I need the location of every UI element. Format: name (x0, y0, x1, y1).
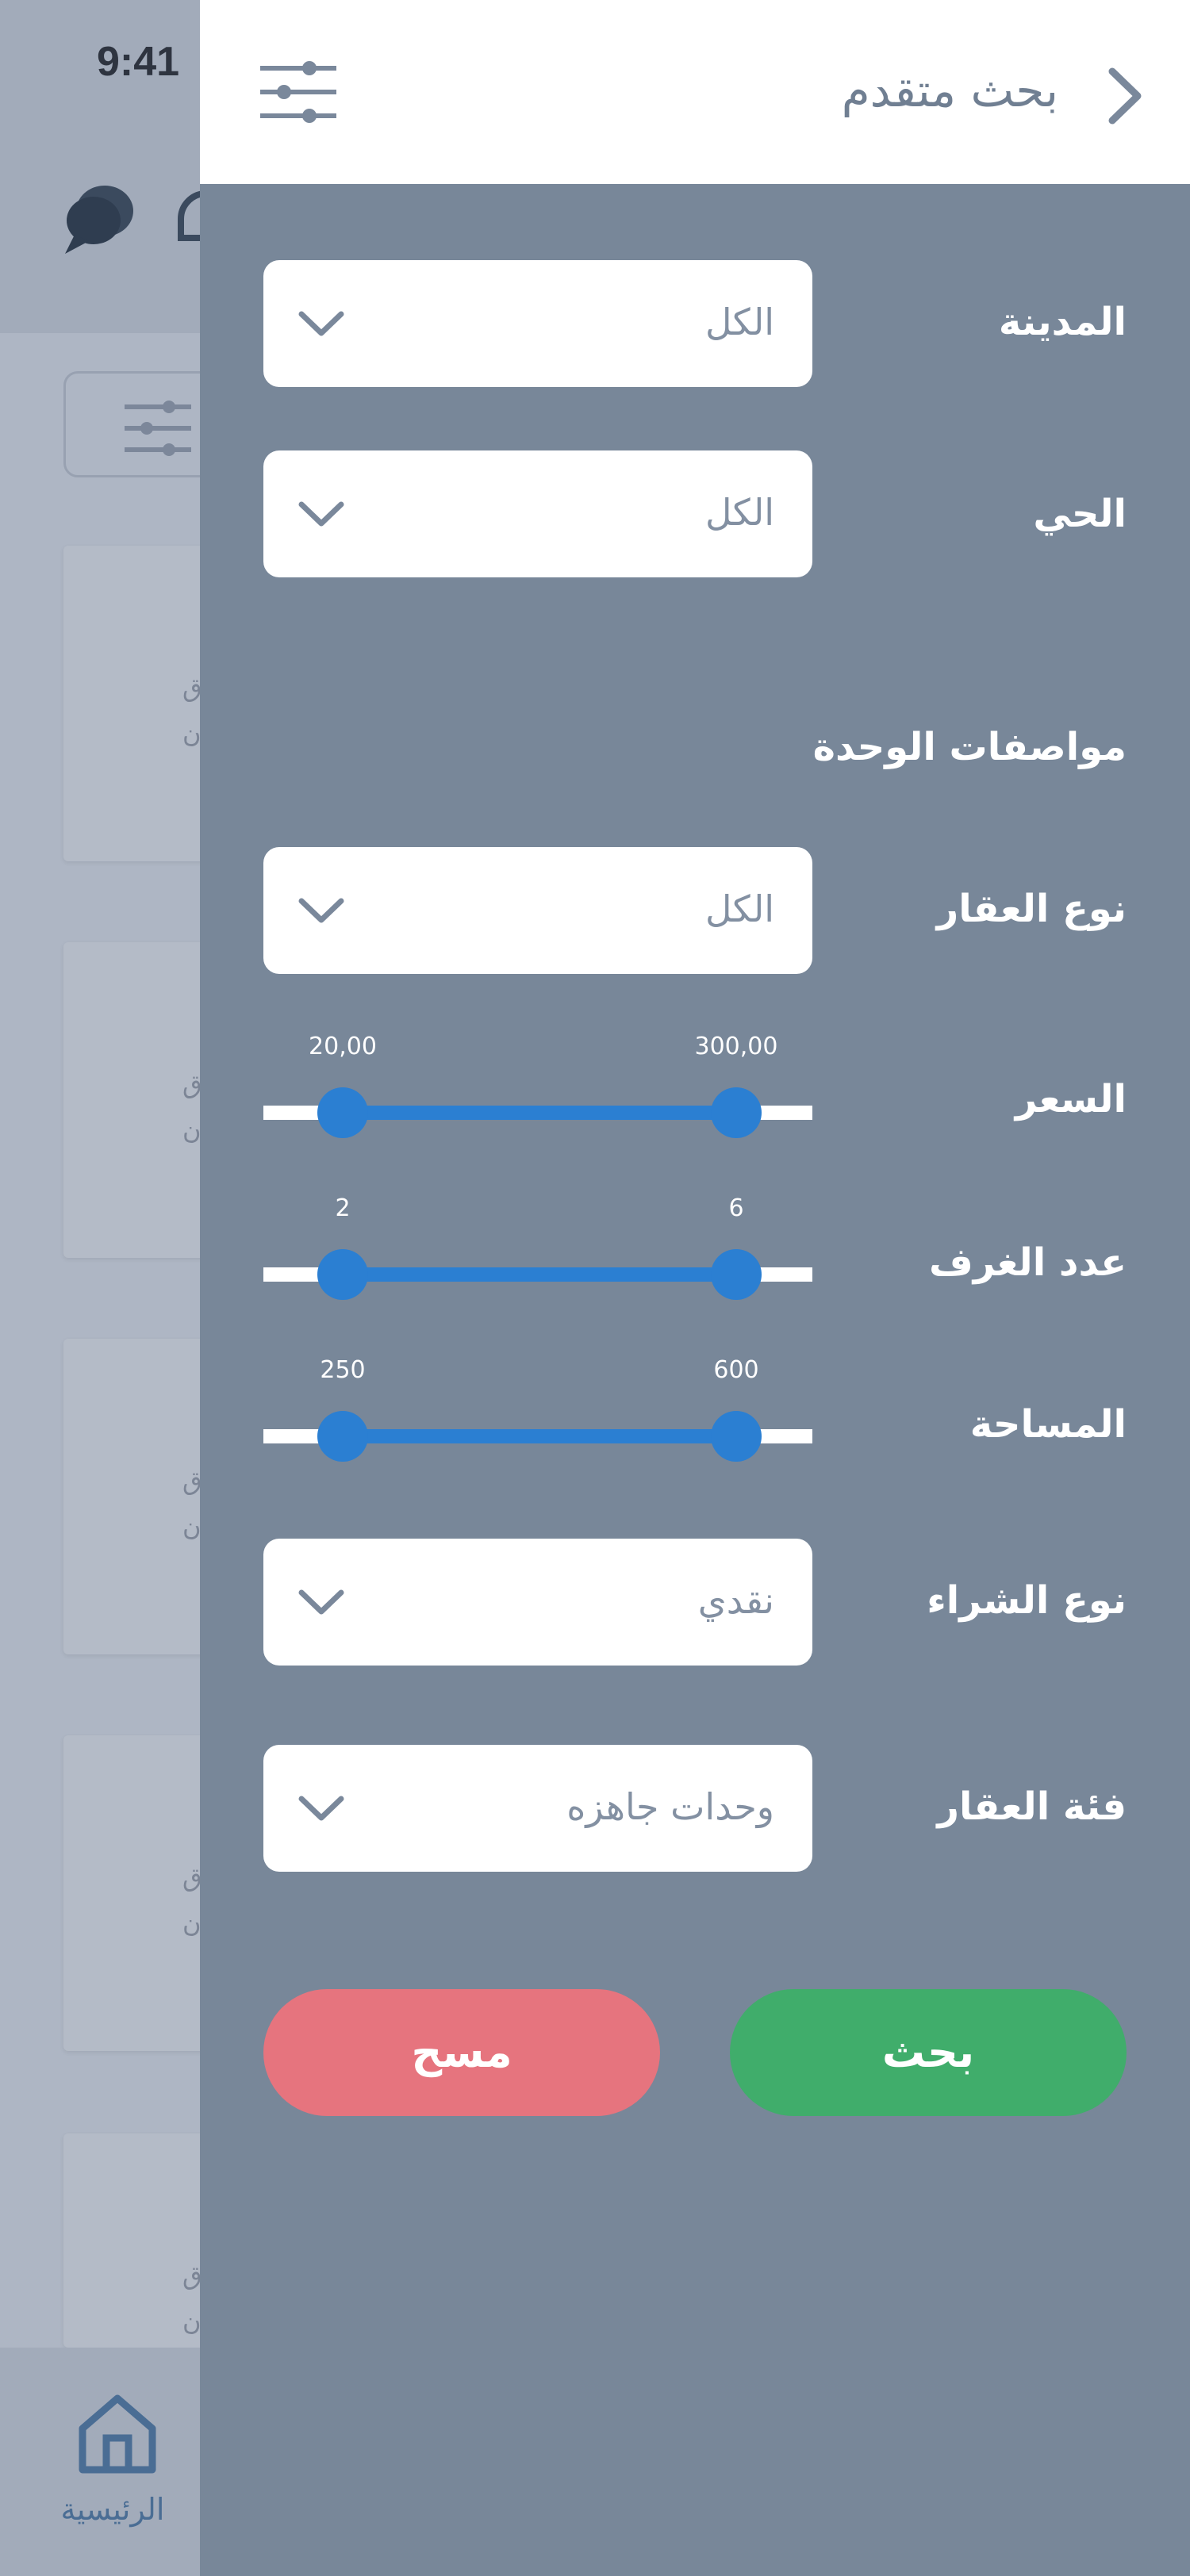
district-value: الكل (704, 491, 774, 534)
chevron-down-icon (298, 1589, 344, 1615)
status-time: 9:41 (97, 39, 180, 85)
chevron-down-icon (298, 898, 344, 923)
area-max-handle[interactable] (711, 1411, 762, 1462)
property-category-value: وحدات جاهزه (566, 1785, 774, 1828)
rooms-min-value: 2 (335, 1194, 351, 1222)
chevron-down-icon (298, 501, 344, 527)
home-icon[interactable] (76, 2392, 159, 2474)
bottom-nav: الرئيسية (0, 2348, 200, 2576)
area-max-value: 600 (713, 1356, 759, 1384)
card-text: ن (182, 719, 202, 749)
area-min-handle[interactable] (317, 1411, 368, 1462)
price-max-value: 300,00 (694, 1033, 778, 1060)
chat-icon (65, 186, 133, 254)
drawer-title: بحث متقدم (841, 63, 1058, 117)
price-max-handle[interactable] (711, 1087, 762, 1138)
city-select[interactable]: الكل (263, 260, 812, 387)
rooms-label: عدد الغرف (928, 1240, 1127, 1285)
area-range-slider[interactable]: 250 600 (263, 1347, 812, 1474)
slider-range-fill (343, 1429, 736, 1443)
city-label: المدينة (998, 300, 1127, 344)
slider-range-fill (343, 1106, 736, 1120)
price-min-value: 20,00 (309, 1033, 377, 1060)
unit-specs-heading: مواصفات الوحدة (812, 725, 1127, 769)
card-text: ن (182, 2306, 202, 2336)
chevron-down-icon (298, 1796, 344, 1821)
filter-settings-icon[interactable] (260, 60, 336, 124)
drawer-header: بحث متقدم (200, 0, 1190, 184)
clear-button[interactable]: مسح (263, 1989, 660, 2116)
purchase-type-label: نوع الشراء (927, 1578, 1127, 1623)
chevron-right-icon[interactable] (1107, 67, 1144, 125)
district-label: الحي (1033, 492, 1127, 536)
price-label: السعر (1015, 1077, 1127, 1121)
property-category-select[interactable]: وحدات جاهزه (263, 1745, 812, 1872)
filter-icon (125, 401, 191, 456)
rooms-max-value: 6 (728, 1194, 744, 1222)
rooms-max-handle[interactable] (711, 1249, 762, 1300)
chevron-down-icon (298, 311, 344, 336)
card-text: ن (182, 1115, 202, 1145)
purchase-type-value: نقدي (697, 1579, 774, 1622)
district-select[interactable]: الكل (263, 450, 812, 577)
price-min-handle[interactable] (317, 1087, 368, 1138)
price-range-slider[interactable]: 20,00 300,00 (263, 1023, 812, 1150)
property-type-select[interactable]: الكل (263, 847, 812, 974)
advanced-search-drawer: بحث متقدم المدينة الكل الحي الكل مواصفات… (200, 0, 1190, 2576)
rooms-min-handle[interactable] (317, 1249, 368, 1300)
property-type-value: الكل (704, 887, 774, 930)
area-min-value: 250 (320, 1356, 366, 1384)
card-text: ن (182, 1908, 202, 1938)
purchase-type-select[interactable]: نقدي (263, 1539, 812, 1666)
area-label: المساحة (969, 1402, 1127, 1447)
property-category-label: فئة العقار (937, 1784, 1127, 1829)
search-button[interactable]: بحث (730, 1989, 1127, 2116)
nav-home-label[interactable]: الرئيسية (0, 2492, 225, 2527)
rooms-range-slider[interactable]: 2 6 (263, 1185, 812, 1312)
card-text: ن (182, 1512, 202, 1542)
property-type-label: نوع العقار (936, 887, 1127, 931)
slider-range-fill (343, 1267, 736, 1282)
city-value: الكل (704, 301, 774, 343)
